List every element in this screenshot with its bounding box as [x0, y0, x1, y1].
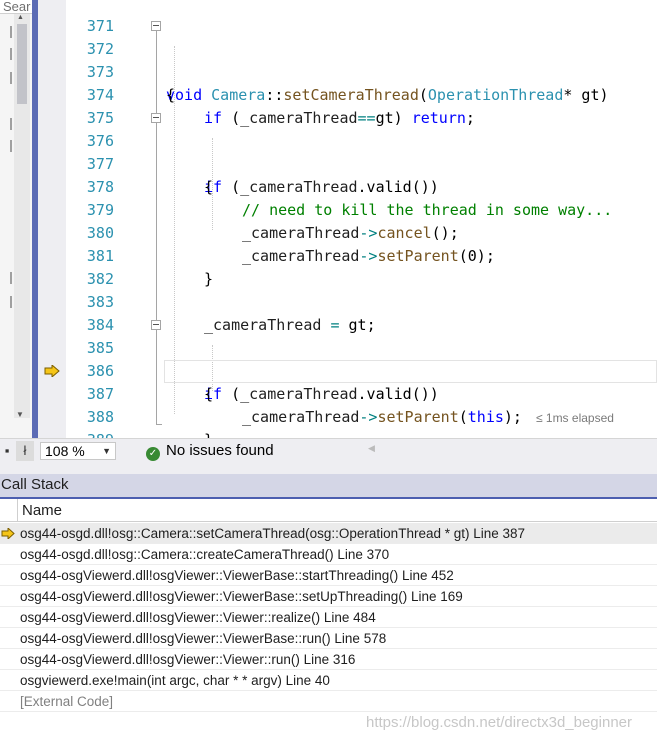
fold-toggle-icon[interactable] [151, 113, 161, 123]
panel-gap [0, 462, 657, 474]
scroll-down-icon[interactable]: ▼ [16, 410, 24, 419]
call-stack-row[interactable]: osg44-osgViewerd.dll!osgViewer::ViewerBa… [0, 565, 657, 586]
code-line: 389 } [38, 406, 657, 438]
call-stack-row[interactable]: osg44-osgViewerd.dll!osgViewer::ViewerBa… [0, 586, 657, 607]
code-line-current: 387 _cameraThread->setParent(this); ≤ 1ms… [38, 360, 657, 426]
tree-line [10, 272, 12, 284]
code-line: 377 { [38, 130, 657, 196]
frame-name: osg44-osgViewerd.dll!osgViewer::ViewerBa… [20, 568, 454, 583]
code-line: 372 void Camera::setCameraThread(Operati… [38, 15, 657, 104]
fold-toggle-icon[interactable] [151, 21, 161, 31]
frame-name: osg44-osgd.dll!osg::Camera::createCamera… [20, 547, 390, 562]
call-stack-current-frame-icon [1, 528, 15, 539]
code-line: 378 // need to kill the thread in some w… [38, 153, 657, 219]
call-stack-row[interactable]: osg44-osgViewerd.dll!osgViewer::ViewerBa… [0, 628, 657, 649]
watermark: https://blog.csdn.net/directx3d_beginner [366, 714, 633, 731]
call-stack-title[interactable]: Call Stack [0, 474, 657, 498]
code-line: 380 _cameraThread->setParent(0); [38, 199, 657, 265]
code-line: 379 _cameraThread->cancel(); [38, 176, 657, 242]
vertical-scrollbar[interactable]: ▲ ▼ [14, 14, 30, 419]
frame-name: osg44-osgViewerd.dll!osgViewer::Viewer::… [20, 610, 376, 625]
issues-indicator[interactable]: ✓ No issues found [146, 442, 274, 461]
frame-name: osg44-osgd.dll!osg::Camera::setCameraThr… [20, 526, 526, 541]
code-line: 373 { [38, 38, 657, 104]
code-line: 375 [38, 84, 657, 127]
code-line: 382 [38, 245, 657, 288]
tree-line [10, 26, 12, 38]
frame-name: osg44-osgViewerd.dll!osgViewer::ViewerBa… [20, 631, 387, 646]
call-stack-row-external[interactable]: [External Code] [0, 691, 657, 712]
zoom-dropdown[interactable]: 108 % ▼ [40, 442, 116, 460]
error-navigation-icon[interactable]: ▪ [0, 442, 14, 460]
frame-name: [External Code] [20, 694, 114, 709]
editor-status-bar: ▪ ł 108 % ▼ ✓ No issues found ◀ [0, 438, 657, 462]
zoom-dropdown-icon[interactable]: ▼ [102, 443, 111, 459]
call-stack-row[interactable]: osgviewerd.exe!main(int argc, char * * a… [0, 670, 657, 691]
code-line: 386 { [38, 337, 657, 403]
frame-name: osgviewerd.exe!main(int argc, char * * a… [20, 673, 330, 688]
zoom-value: 108 % [45, 443, 85, 459]
tree-line [10, 72, 12, 84]
call-stack-row[interactable]: osg44-osgd.dll!osg::Camera::createCamera… [0, 544, 657, 565]
header-gutter [0, 499, 18, 522]
code-line: 384 [38, 291, 657, 334]
code-editor[interactable]: 371 372 void Camera::setCameraThread(Ope… [38, 0, 657, 438]
solution-explorer-sliver: Sear ▲ ▼ [0, 0, 32, 438]
code-line: 388 } [38, 383, 657, 438]
tree-line [10, 118, 12, 130]
code-line: 383 _cameraThread = gt; [38, 268, 657, 334]
code-line: 385 if (_cameraThread.valid()) [38, 314, 657, 403]
column-header-name[interactable]: Name [22, 499, 62, 522]
code-line: 381 } [38, 222, 657, 288]
fold-toggle-icon[interactable] [151, 320, 161, 330]
scroll-up-icon[interactable]: ▲ [17, 14, 24, 21]
code-line: 376 if (_cameraThread.valid()) [38, 107, 657, 196]
code-line: 390 [38, 429, 657, 438]
check-circle-icon: ✓ [146, 447, 160, 461]
scroll-thumb[interactable] [17, 24, 27, 104]
call-stack-header: Name [0, 499, 657, 522]
frame-name: osg44-osgViewerd.dll!osgViewer::Viewer::… [20, 652, 356, 667]
call-stack-row[interactable]: osg44-osgViewerd.dll!osgViewer::Viewer::… [0, 649, 657, 670]
tree-line [10, 48, 12, 60]
call-stack-grid[interactable]: Name osg44-osgd.dll!osg::Camera::setCame… [0, 499, 657, 743]
issues-label: No issues found [166, 442, 274, 459]
search-box[interactable]: Sear [0, 0, 32, 14]
scroll-left-icon[interactable]: ◀ [368, 443, 375, 454]
code-line: 374 if (_cameraThread==gt) return; [38, 61, 657, 127]
frame-name: osg44-osgViewerd.dll!osgViewer::ViewerBa… [20, 589, 463, 604]
tree-line [10, 140, 12, 152]
call-stack-row[interactable]: osg44-osgViewerd.dll!osgViewer::Viewer::… [0, 607, 657, 628]
call-stack-row[interactable]: osg44-osgd.dll!osg::Camera::setCameraThr… [0, 523, 657, 544]
code-line: 371 [38, 0, 657, 35]
git-branch-icon[interactable]: ł [16, 441, 34, 461]
tree-line [10, 296, 12, 308]
